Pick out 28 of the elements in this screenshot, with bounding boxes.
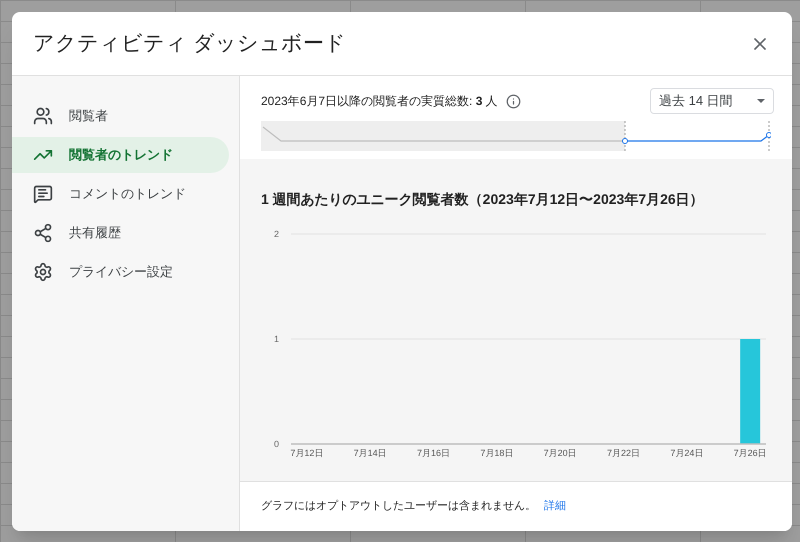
sidebar-item[interactable]: コメントのトレンド: [12, 176, 229, 212]
sidebar-item[interactable]: 閲覧者のトレンド: [12, 137, 229, 173]
sidebar-item[interactable]: 共有履歴: [12, 215, 229, 251]
footer-note: グラフにはオプトアウトしたユーザーは含まれません。: [261, 498, 536, 514]
viewer-total-text: 2023年6月7日以降の閲覧者の実質総数: 3 人: [261, 93, 498, 110]
x-tick-label: 7月18日: [480, 448, 514, 458]
details-link[interactable]: 詳細: [544, 498, 566, 515]
x-tick-label: 7月22日: [606, 448, 640, 458]
x-tick-label: 7月24日: [670, 448, 704, 458]
x-tick-label: 7月16日: [416, 448, 450, 458]
gear-icon: [33, 262, 53, 282]
sidebar-item[interactable]: プライバシー設定: [12, 254, 229, 290]
y-tick-label: 0: [274, 439, 279, 449]
info-icon[interactable]: [506, 94, 521, 108]
dialog-title: アクティビティ ダッシュボード: [33, 30, 346, 57]
dropdown-caret-icon: [757, 99, 765, 103]
comment-icon: [33, 184, 53, 204]
chart-title: 1 週間あたりのユニーク閲覧者数（2023年7月12日〜2023年7月26日）: [261, 190, 705, 209]
range-dropdown[interactable]: 過去 14 日間: [650, 88, 774, 114]
y-tick-label: 2: [274, 229, 279, 239]
share-icon: [33, 223, 53, 243]
x-tick-label: 7月14日: [354, 448, 387, 458]
x-tick-label: 7月20日: [544, 448, 577, 458]
x-tick-label: 7月26日: [734, 448, 767, 458]
y-tick-label: 1: [274, 334, 279, 344]
x-tick-label: 7月12日: [290, 448, 324, 458]
sidebar-item[interactable]: 閲覧者: [12, 98, 229, 134]
people-icon: [33, 106, 53, 126]
